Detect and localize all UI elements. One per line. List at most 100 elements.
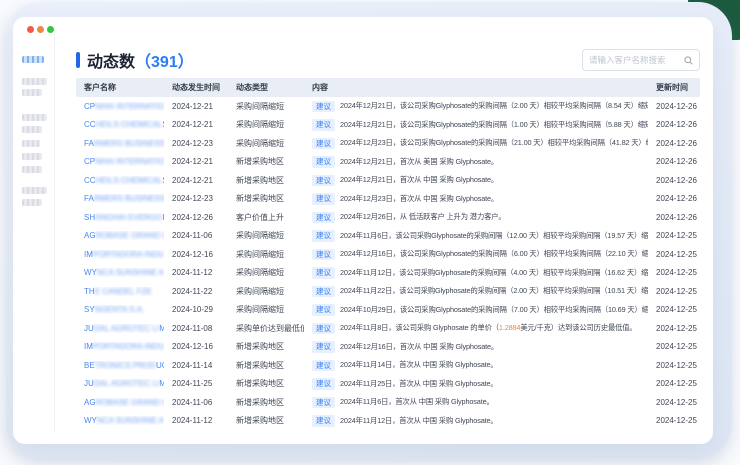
content-text: 2024年11月14日，首次从 中国 采购 Glyphosate。 (340, 360, 498, 370)
activity-type: 新增采购地区 (228, 397, 304, 408)
occur-date: 2024-12-23 (164, 139, 228, 148)
activity-type: 新增采购地区 (228, 378, 304, 389)
customer-name-link[interactable]: WYNCA SUNSHINE AGRIC ... (76, 268, 164, 277)
table-row: THE CANDEL FZE 2024-11-22 采购间隔缩短 建议 2024… (76, 282, 700, 301)
sidebar-item[interactable] (22, 187, 47, 194)
occur-date: 2024-12-16 (164, 342, 228, 351)
table-row: WYNCA SUNSHINE AGRIC ... 2024-11-12 新增采购… (76, 412, 700, 431)
content-text: 2024年12月21日，首次从 美国 采购 Glyphosate。 (340, 157, 498, 167)
customer-name-link[interactable]: BETRONICS PRODUCTIO... (76, 361, 164, 370)
customer-name-link[interactable]: FARMERS BUSINESSNET... (76, 139, 164, 148)
activity-type: 新增采购地区 (228, 341, 304, 352)
customer-name-link[interactable]: THE CANDEL FZE (76, 287, 164, 296)
occur-date: 2024-11-14 (164, 361, 228, 370)
activity-content: 建议 2024年12月21日，该公司采购Glyphosate的采购间隔（1.00… (304, 119, 648, 131)
customer-name-link[interactable]: SHANGHAI EVERGOINTER... (76, 213, 164, 222)
suggestion-badge: 建议 (312, 415, 335, 427)
customer-name-link[interactable]: CCHEILS CHEMICALS LLC (76, 120, 164, 129)
suggestion-badge: 建议 (312, 249, 335, 261)
occur-date: 2024-12-16 (164, 250, 228, 259)
sidebar-item[interactable] (22, 56, 44, 63)
customer-name-link[interactable]: FARMERS BUSINESSNET... (76, 194, 164, 203)
content-text: 2024年12月23日，该公司采购Glyphosate的采购间隔（21.00 天… (340, 138, 648, 148)
table-row: CCHEILS CHEMICALS LLC 2024-12-21 新增采购地区 … (76, 171, 700, 190)
activity-type: 新增采购地区 (228, 360, 304, 371)
content-text: 2024年12月16日，首次从 中国 采购 Glyphosate。 (340, 342, 498, 352)
activity-content: 建议 2024年12月21日，首次从 中国 采购 Glyphosate。 (304, 175, 648, 187)
search-input[interactable] (589, 55, 684, 65)
activity-content: 建议 2024年12月23日，首次从 中国 采购 Glyphosate。 (304, 193, 648, 205)
occur-date: 2024-11-06 (164, 398, 228, 407)
customer-name-link[interactable]: CPNHAI INTERNATIONAL L... (76, 102, 164, 111)
occur-date: 2024-10-29 (164, 305, 228, 314)
occur-date: 2024-12-26 (164, 213, 228, 222)
sidebar-item[interactable] (22, 78, 47, 85)
activity-content: 建议 2024年12月16日，首次从 中国 采购 Glyphosate。 (304, 341, 648, 353)
occur-date: 2024-12-21 (164, 176, 228, 185)
update-date: 2024-12-26 (648, 102, 700, 111)
update-date: 2024-12-25 (648, 268, 700, 277)
table-row: JUDAL AGROTEC LIMITED 2024-11-25 新增采购地区 … (76, 375, 700, 394)
update-date: 2024-12-26 (648, 157, 700, 166)
column-header-type: 动态类型 (228, 82, 304, 93)
occur-date: 2024-11-25 (164, 379, 228, 388)
customer-name-link[interactable]: IMPORTADORA INDUSTRIA... (76, 250, 164, 259)
activity-content: 建议 2024年11月12日，该公司采购Glyphosate的采购间隔（4.00… (304, 267, 648, 279)
sidebar-item[interactable] (22, 89, 42, 96)
table-row: AGROBASE GRAND COMPA... 2024-11-06 采购间隔缩… (76, 227, 700, 246)
suggestion-badge: 建议 (312, 138, 335, 150)
activity-type: 新增采购地区 (228, 175, 304, 186)
occur-date: 2024-11-22 (164, 287, 228, 296)
content-text: 2024年11月12日，首次从 中国 采购 Glyphosate。 (340, 416, 498, 426)
sidebar-item[interactable] (22, 153, 42, 160)
content-text: 2024年12月16日，该公司采购Glyphosate的采购间隔（6.00 天）… (340, 249, 648, 259)
customer-name-link[interactable]: JUDAL AGROTEC LIMITED (76, 324, 164, 333)
customer-name-link[interactable]: SYNGENTA S.A. (76, 305, 164, 314)
suggestion-badge: 建议 (312, 175, 335, 187)
update-date: 2024-12-25 (648, 398, 700, 407)
column-header-content: 内容 (304, 82, 648, 93)
activity-type: 采购间隔缩短 (228, 230, 304, 241)
page-header: 动态数 （391） (76, 48, 700, 72)
activity-content: 建议 2024年11月8日，该公司采购 Glyphosate 的单价（1.288… (304, 323, 648, 335)
sidebar-nav (13, 17, 54, 444)
update-date: 2024-12-26 (648, 213, 700, 222)
customer-name-link[interactable]: IMPORTADORA INDUSTRIA... (76, 342, 164, 351)
sidebar-item[interactable] (22, 126, 42, 133)
content-text: 2024年12月21日，首次从 中国 采购 Glyphosate。 (340, 175, 498, 185)
suggestion-badge: 建议 (312, 230, 335, 242)
sidebar-item[interactable] (22, 166, 42, 173)
table-row: BETRONICS PRODUCTIO... 2024-11-14 新增采购地区… (76, 356, 700, 375)
activity-type: 采购间隔缩短 (228, 249, 304, 260)
sidebar-item[interactable] (22, 114, 47, 121)
customer-name-link[interactable]: JUDAL AGROTEC LIMITED (76, 379, 164, 388)
occur-date: 2024-12-21 (164, 157, 228, 166)
update-date: 2024-12-25 (648, 250, 700, 259)
table-row: AGROBASE GRAND COMPA... 2024-11-06 新增采购地… (76, 393, 700, 412)
customer-name-link[interactable]: CCHEILS CHEMICALS LLC (76, 176, 164, 185)
suggestion-badge: 建议 (312, 193, 335, 205)
update-date: 2024-12-25 (648, 231, 700, 240)
content-text: 2024年10月29日，该公司采购Glyphosate的采购间隔（7.00 天）… (340, 305, 648, 315)
activity-type: 采购间隔缩短 (228, 119, 304, 130)
activity-content: 建议 2024年11月6日，首次从 中国 采购 Glyphosate。 (304, 397, 648, 409)
customer-name-link[interactable]: WYNCA SUNSHINE AGRIC ... (76, 416, 164, 425)
update-date: 2024-12-26 (648, 139, 700, 148)
suggestion-badge: 建议 (312, 341, 335, 353)
activity-content: 建议 2024年11月6日，该公司采购Glyphosate的采购间隔（12.00… (304, 230, 648, 242)
suggestion-badge: 建议 (312, 101, 335, 113)
activity-type: 采购单价达到最低值 (228, 323, 304, 334)
suggestion-badge: 建议 (312, 119, 335, 131)
sidebar-item[interactable] (22, 140, 40, 147)
search-icon[interactable] (684, 56, 693, 65)
customer-name-link[interactable]: AGROBASE GRAND COMPA... (76, 398, 164, 407)
occur-date: 2024-12-21 (164, 102, 228, 111)
table-row: CCHEILS CHEMICALS LLC 2024-12-21 采购间隔缩短 … (76, 116, 700, 135)
content-text: 2024年12月21日，该公司采购Glyphosate的采购间隔（1.00 天）… (340, 120, 648, 130)
main-content: 动态数 （391） 客户名称 动态发生时间 动态类型 内容 更新时间 (55, 17, 713, 444)
customer-name-link[interactable]: AGROBASE GRAND COMPA... (76, 231, 164, 240)
table-row: IMPORTADORA INDUSTRIA... 2024-12-16 新增采购… (76, 338, 700, 357)
sidebar-item[interactable] (22, 199, 42, 206)
title-accent-bar (76, 52, 80, 68)
customer-name-link[interactable]: CPNHAI INTERNATIONAL L... (76, 157, 164, 166)
